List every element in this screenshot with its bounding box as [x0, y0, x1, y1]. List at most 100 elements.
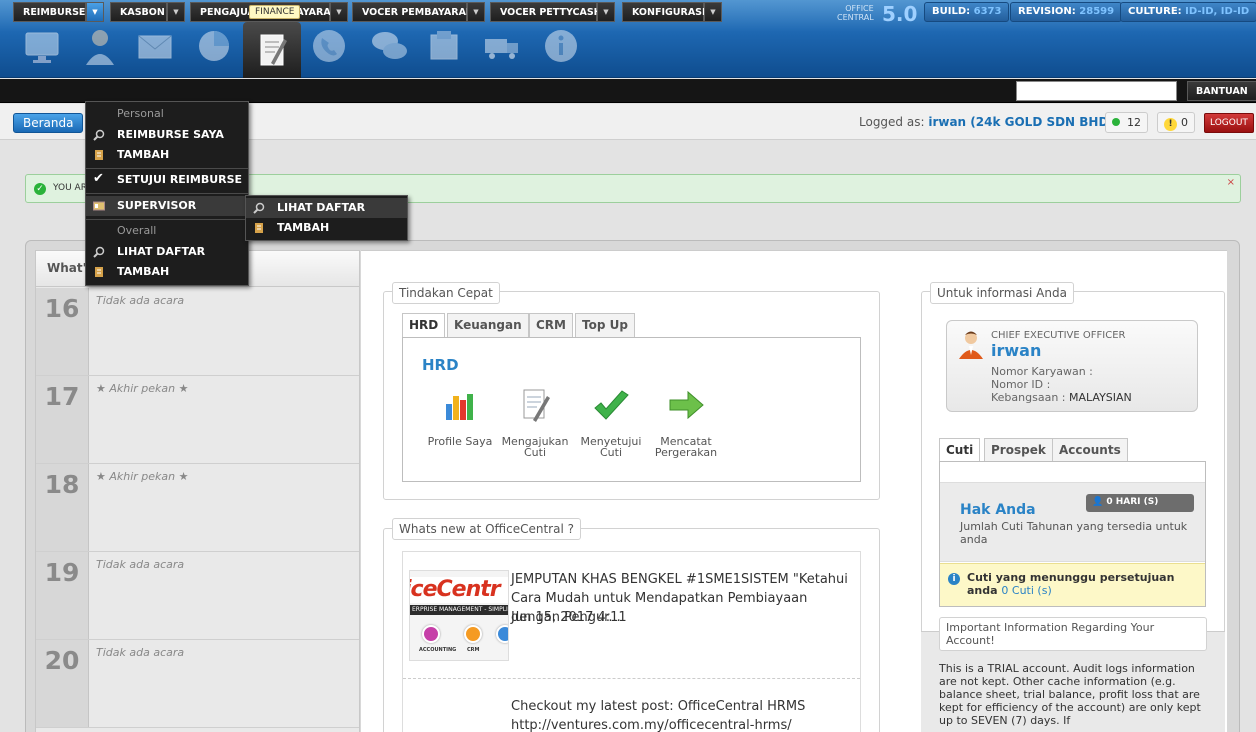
info-circle-icon: i: [948, 573, 960, 585]
envelope-icon[interactable]: [131, 22, 179, 70]
pending-leave-link[interactable]: 0 Cuti (s): [1001, 584, 1051, 597]
menu-item-setujui-reimburse[interactable]: ✔ SETUJUI REIMBURSE: [86, 170, 248, 190]
profile-card: CHIEF EXECUTIVE OFFICER irwan Nomor Kary…: [946, 320, 1198, 412]
news-post: Checkout my latest post: OfficeCentral H…: [511, 697, 805, 732]
menu-divider: [86, 219, 248, 220]
menu-section-overall: Overall: [117, 224, 157, 237]
user-icon[interactable]: [76, 22, 124, 70]
chevron-down-icon[interactable]: ▼: [167, 2, 185, 22]
warning-icon: !: [1164, 118, 1177, 131]
profile-saya-action[interactable]: Profile Saya: [420, 386, 500, 447]
magnifier-icon: [93, 246, 105, 258]
help-button[interactable]: BANTUAN: [1187, 81, 1256, 101]
version-number: 5.0: [882, 2, 918, 26]
bar-chart-icon: [446, 394, 473, 420]
menu-kasbon[interactable]: KASBON: [110, 2, 167, 22]
profile-employee-number: Nomor Karyawan :: [991, 365, 1093, 378]
menu-vocer-pembayaran[interactable]: VOCER PEMBAYARAN: [352, 2, 474, 22]
mengajukan-cuti-action[interactable]: Mengajukan Cuti: [495, 386, 575, 458]
online-users-badge[interactable]: 12: [1105, 112, 1148, 133]
chevron-down-icon[interactable]: ▼: [330, 2, 348, 22]
calendar-day-row[interactable]: 16 Tidak ada acara: [36, 288, 359, 376]
tab-crm[interactable]: CRM: [529, 313, 573, 337]
chevron-down-icon[interactable]: ▼: [597, 2, 615, 22]
tab-keuangan[interactable]: Keuangan: [447, 313, 529, 337]
profile-nationality: Kebangsaan : MALAYSIAN: [991, 391, 1132, 404]
pending-approval: i Cuti yang menunggu persetujuan anda 0 …: [940, 563, 1205, 606]
menu-item-reimburse-saya[interactable]: REIMBURSE SAYA: [86, 125, 248, 145]
profile-name[interactable]: irwan: [991, 341, 1041, 360]
logged-user-link[interactable]: irwan (24k GOLD SDN BHD): [928, 115, 1114, 129]
menu-reimburse[interactable]: REIMBURSE: [13, 2, 86, 22]
menu-konfigurasi[interactable]: KONFIGURASI: [622, 2, 706, 22]
menu-item-lihat-daftar[interactable]: LIHAT DAFTAR: [86, 242, 248, 262]
mencatat-pergerakan-action[interactable]: Mencatat Pergerakan: [646, 386, 726, 458]
supervisor-submenu: LIHAT DAFTAR TAMBAH: [245, 195, 408, 241]
home-button[interactable]: Beranda: [13, 113, 84, 133]
tab-top-up[interactable]: Top Up: [575, 313, 635, 337]
module-icon: [496, 625, 508, 643]
calendar-day-row[interactable]: 17 ★ Akhir pekan ★: [36, 376, 359, 464]
quick-actions-legend: Tindakan Cepat: [392, 282, 500, 304]
green-arrow-icon: [669, 390, 704, 420]
calendar-day-row[interactable]: 20 Tidak ada acara: [36, 640, 359, 728]
chevron-down-icon[interactable]: ▼: [467, 2, 485, 22]
tab-cuti[interactable]: Cuti: [939, 438, 981, 463]
important-info-legend: Important Information Regarding Your Acc…: [939, 617, 1207, 651]
news-feed: iceCentr ERPRISE MANAGEMENT - SIMPLIFIED…: [402, 551, 861, 732]
menu-divider: [86, 168, 248, 169]
logout-button[interactable]: LOGOUT: [1204, 113, 1254, 133]
leave-days-badge: 👤 0 HARI (S): [1086, 494, 1194, 512]
crm-icon: [464, 625, 482, 643]
calendar-day-row[interactable]: 18 ★ Akhir pekan ★: [36, 464, 359, 552]
hrd-title: HRD: [422, 356, 459, 374]
package-icon[interactable]: [420, 22, 468, 70]
officecentral-logo: OFFICE CENTRAL: [837, 4, 874, 22]
event-calendar: What's 16 Tidak ada acara 17 ★ Akhir pek…: [35, 250, 360, 732]
monitor-icon[interactable]: [18, 22, 66, 70]
news-post-link[interactable]: http://ventures.com.my/officecentral-hrm…: [511, 716, 805, 732]
menu-item-tambah[interactable]: TAMBAH: [86, 145, 248, 165]
phone-icon[interactable]: [305, 22, 353, 70]
calendar-day-row[interactable]: 19 Tidak ada acara: [36, 552, 359, 640]
reimburse-dropdown-menu: Personal REIMBURSE SAYA TAMBAH ✔ SETUJUI …: [85, 101, 249, 286]
leave-entitlement-title: Hak Anda: [960, 502, 1036, 518]
tab-hrd[interactable]: HRD: [402, 313, 446, 338]
profile-role: CHIEF EXECUTIVE OFFICER: [991, 330, 1126, 341]
document-pen-icon: [523, 389, 550, 422]
checkmark-icon: ✔: [93, 171, 104, 186]
chat-bubbles-icon[interactable]: [365, 22, 413, 70]
submenu-item-lihat-daftar[interactable]: LIHAT DAFTAR: [246, 198, 407, 218]
menu-divider: [86, 193, 248, 194]
chevron-down-icon[interactable]: ▼: [86, 2, 104, 22]
logged-in-info: Logged as: irwan (24k GOLD SDN BHD): [859, 115, 1114, 129]
news-date: Jun 15, 2017 4:11: [511, 610, 627, 625]
tab-prospek[interactable]: Prospek: [984, 438, 1053, 462]
news-thumbnail[interactable]: iceCentr ERPRISE MANAGEMENT - SIMPLIFIED…: [409, 570, 509, 661]
menyetujui-cuti-action[interactable]: Menyetujui Cuti: [571, 386, 651, 458]
search-input[interactable]: [1016, 81, 1177, 101]
submenu-item-tambah[interactable]: TAMBAH: [246, 218, 407, 238]
menu-section-personal: Personal: [117, 107, 164, 120]
profile-id-number: Nomor ID :: [991, 378, 1051, 391]
hrd-actions-panel: HRD Profile Saya Mengajukan Cuti Menyetuj…: [402, 337, 861, 482]
truck-icon[interactable]: [478, 22, 526, 70]
whats-new-legend: Whats new at OfficeCentral ?: [392, 518, 581, 540]
chevron-down-icon[interactable]: ▼: [704, 2, 722, 22]
leave-entitlement-desc: Jumlah Cuti Tahunan yang tersedia untuk …: [960, 520, 1188, 546]
info-icon[interactable]: [537, 22, 585, 70]
warnings-badge[interactable]: ! 0: [1157, 112, 1195, 133]
menu-item-supervisor[interactable]: SUPERVISOR: [86, 196, 248, 216]
finance-document-icon[interactable]: [243, 22, 301, 78]
green-check-icon: [594, 390, 629, 420]
pie-chart-icon[interactable]: [190, 22, 238, 70]
build-info: BUILD: 6373: [924, 2, 1010, 22]
tab-accounts[interactable]: Accounts: [1052, 438, 1128, 462]
leave-entitlement: 👤 0 HARI (S) Hak Anda Jumlah Cuti Tahuna…: [940, 482, 1205, 562]
menu-vocer-pettycash[interactable]: VOCER PETTYCASH: [490, 2, 602, 22]
close-icon[interactable]: ×: [1227, 177, 1235, 188]
accounting-icon: [422, 625, 440, 643]
avatar: [959, 331, 983, 359]
finance-tooltip: FINANCE: [249, 5, 301, 19]
menu-item-tambah[interactable]: TAMBAH: [86, 262, 248, 282]
